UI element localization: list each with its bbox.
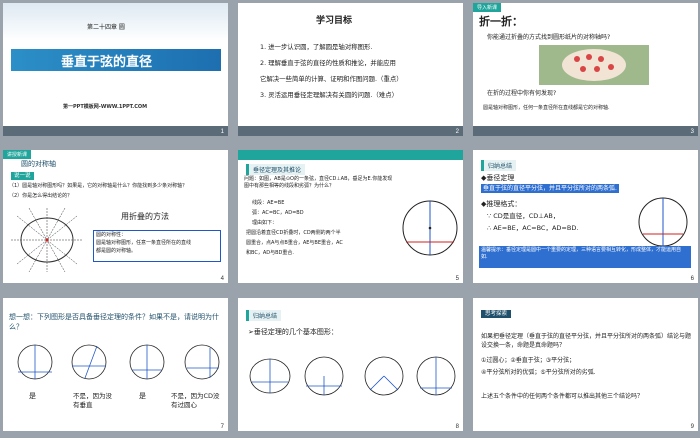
say-label: 说一说 <box>11 172 34 180</box>
goal-2-cont: 它解决一些简单的计算、证明和作图问题.（重点） <box>260 75 403 83</box>
footer-text: 第一PPT模板网-WWW.1PPT.COM <box>63 104 148 110</box>
answer-2: 不是，因为没有垂直 <box>73 392 112 409</box>
converse-question: 如果把垂径定理（垂直于弦的直径平分弦，并且平分弦所对的两条弧）结论与题设交换一条… <box>481 333 692 349</box>
question-2: 在折的过程中你有何发现? <box>487 90 557 97</box>
slide-5-thumbnail[interactable]: 垂径定理及其推论 问题：如图，AB是⊙O的一条弦，直径CD⊥AB，垂足为E.你能… <box>238 150 463 283</box>
summary-tag: 归纳总结 <box>481 160 517 171</box>
circle-axes-illustration <box>11 207 83 272</box>
slide-4-thumbnail[interactable]: 讲授新课 圆的对称轴 说一说 （1）圆是轴对称图形吗？如果是，它的对称轴是什么？… <box>3 150 228 283</box>
slide-3-thumbnail[interactable]: 导入新课 折一折： 你能通过折叠的方式找到圆形纸片的对称轴吗? 在折的过程中你有… <box>473 3 698 136</box>
header-bar <box>238 150 463 160</box>
section-title: 圆的对称轴 <box>21 160 56 168</box>
four-circle-figures <box>17 344 220 380</box>
folded-circle-illustration <box>539 45 649 85</box>
bottom-bar <box>3 126 228 136</box>
section-tag: 垂径定理及其推论 <box>246 164 306 175</box>
line-5: 圆重合，点A与点B重合，AE与BE重合，AC <box>246 240 343 246</box>
line-4: 把圆沿着直径CD折叠时，CD两侧的两个半 <box>246 230 341 236</box>
slide-number: 2 <box>455 129 459 135</box>
final-question: 上述五个条件中的任何两个条件都可以推出其他三个结论吗？ <box>481 393 644 400</box>
goal-1: 1. 进一步认识圆，了解圆是轴对称图形. <box>260 43 373 51</box>
line-3: 理由如下： <box>252 220 278 226</box>
slide-7-thumbnail[interactable]: 想一想：下列图形是否具备垂径定理的条件？如果不是，请说明为什么？ 是 不是，因为… <box>3 298 228 431</box>
slide-8-thumbnail[interactable]: 归纳总结 ➢垂径定理的几个基本图形： 8 <box>238 298 463 431</box>
question-1: 你能通过折叠的方式找到圆形纸片的对称轴吗? <box>487 34 611 41</box>
slide-2-thumbnail[interactable]: 学习目标 1. 进一步认识圆，了解圆是轴对称图形. 2. 理解垂直于弦的直径的性… <box>238 3 463 136</box>
theorem-figure <box>638 197 688 247</box>
problem-text: 问题：如图，AB是⊙O的一条弦，直径CD⊥AB，垂足为E.你能发现图中有那些相等… <box>244 176 393 189</box>
theorem-text: 垂直于弦的直径平分弦，并且平分弦所对的两条弧. <box>481 184 619 193</box>
slide-number: 3 <box>690 129 694 135</box>
answer-3: 是 <box>139 392 146 400</box>
summary-tag: 归纳总结 <box>246 310 282 321</box>
question-1: （1）圆是轴对称图形吗？如果是，它的对称轴是什么？你能找到多少条对称轴？ <box>9 183 188 189</box>
answer-1: 是 <box>29 392 36 400</box>
condition-list-1: ①过圆心；②垂直于弦；③平分弦； <box>481 357 576 364</box>
slide-1-thumbnail[interactable]: 第二十四章 圆 垂直于弦的直径 第一PPT模板网-WWW.1PPT.COM 1 <box>3 3 228 136</box>
box-line-2: 圆是轴对称图形，任意一条直径所在的直线 <box>96 240 192 246</box>
slide-number: 5 <box>455 276 459 282</box>
slide-number: 9 <box>690 424 694 430</box>
slide-number: 8 <box>455 424 459 430</box>
section-chip: 讲授新课 <box>3 150 32 159</box>
slide-number: 6 <box>690 276 694 282</box>
basic-figures <box>249 356 456 396</box>
goal-2: 2. 理解垂直于弦的直径的性质和推论，并能应用 <box>260 59 396 67</box>
goal-3: 3. 灵活运用垂径定理解决有关圆的问题.（难点） <box>260 91 398 99</box>
slide-number: 1 <box>220 129 224 135</box>
explore-tag: 思考探索 <box>481 310 512 318</box>
section-heading: 学习目标 <box>316 16 353 26</box>
format-heading: ◆推理格式： <box>481 200 522 208</box>
slide-title: 垂直于弦的直径 <box>61 55 153 70</box>
bottom-bar <box>473 126 698 136</box>
theorem-heading: ◆垂径定理 <box>481 174 515 182</box>
tip-text: 温馨提示：垂径定理是圆中一个重要的定理，三种语言要相互转化，形成整体，才能运用自… <box>481 247 682 260</box>
line-2: 弧：AC=BC，AD=BD <box>252 210 304 216</box>
slide-number: 4 <box>220 276 224 282</box>
slide-9-thumbnail[interactable]: 思考探索 如果把垂径定理（垂直于弦的直径平分弦，并且平分弦所对的两条弧）结论与题… <box>473 298 698 431</box>
conclusion-line: ∴ AE=BE，AC=BC，AD=BD. <box>487 224 579 232</box>
header-band <box>3 3 228 41</box>
given-line: ∵ CD是直径，CD⊥AB， <box>487 212 560 220</box>
box-line-3: 都是圆的对称轴。 <box>96 248 137 254</box>
tip-box: 温馨提示：垂径定理是圆中一个重要的定理，三种语言要相互转化，形成整体，才能运用自… <box>479 246 691 268</box>
line-1: 线段：AE=BE <box>252 200 285 206</box>
symmetry-box: 圆的对称性： 圆是轴对称图形，任意一条直径所在的直线 都是圆的对称轴。 <box>93 230 221 262</box>
slide-number: 7 <box>220 424 224 430</box>
think-title: 想一想：下列图形是否具备垂径定理的条件？如果不是，请说明为什么？ <box>9 313 219 331</box>
condition-list-2: ④平分弦所对的优弧；⑤平分弦所对的劣弧. <box>481 369 596 376</box>
title-banner: 垂直于弦的直径 <box>11 49 221 71</box>
chapter-label: 第二十四章 圆 <box>87 24 125 31</box>
chord-diameter-figure <box>402 200 458 256</box>
bottom-bar <box>238 126 463 136</box>
line-6: 和BC，AD与BD重合. <box>246 250 294 256</box>
section-chip: 导入新课 <box>473 3 502 12</box>
fold-method-text: 用折叠的方法 <box>121 212 169 221</box>
answer-4: 不是，因为CD没有过圆心 <box>171 392 220 409</box>
question-2: （2）你是怎么得出结论的？ <box>9 193 73 199</box>
box-line-1: 圆的对称性： <box>96 232 127 238</box>
slide-6-thumbnail[interactable]: 归纳总结 ◆垂径定理 垂直于弦的直径平分弦，并且平分弦所对的两条弧. ◆推理格式… <box>473 150 698 283</box>
basic-figures-title: ➢垂径定理的几个基本图形： <box>248 328 338 336</box>
fold-title: 折一折： <box>479 15 523 28</box>
answer-text: 圆是轴对称图形，任何一条直径所在直线都是它的对称轴. <box>483 105 610 111</box>
